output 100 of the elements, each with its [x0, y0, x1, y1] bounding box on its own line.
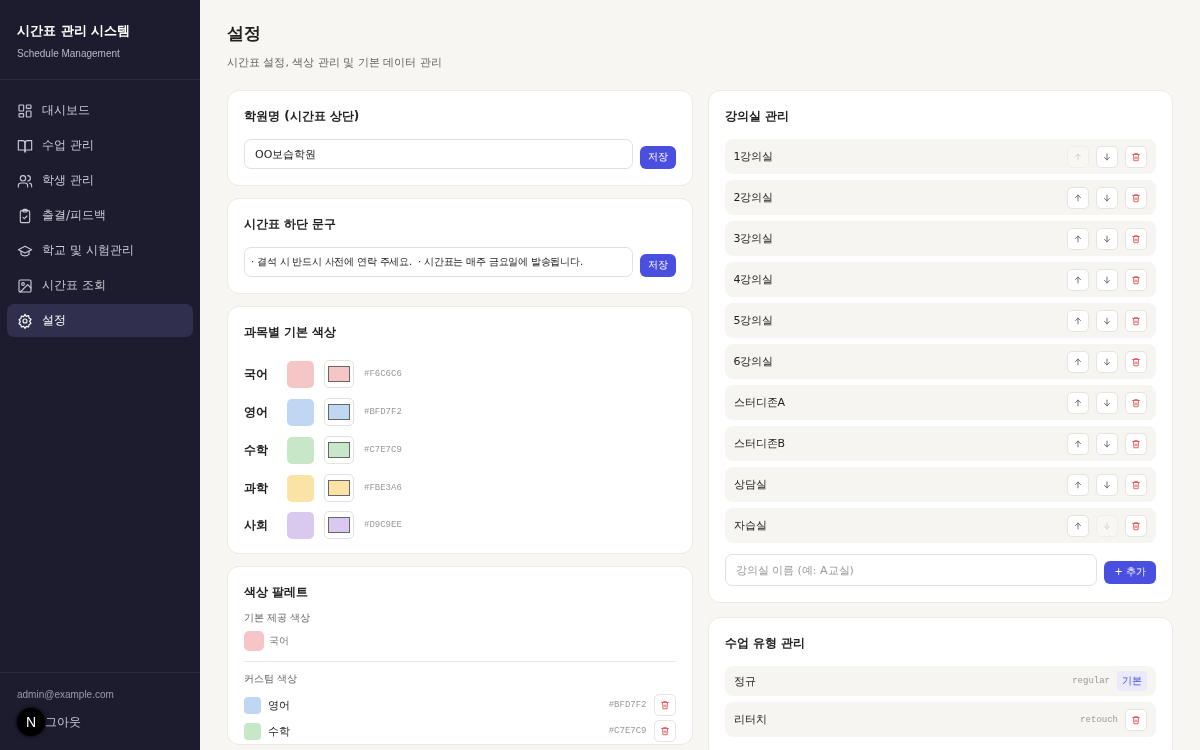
move-down-button[interactable] [1096, 145, 1118, 168]
room-name: 3강의실 [733, 231, 774, 246]
section-label: 기본 제공 색상 [244, 611, 312, 625]
room-name: 4강의실 [733, 272, 774, 287]
card-title: 시간표 하단 문구 [244, 216, 338, 233]
settings-icon [17, 312, 33, 329]
delete-button[interactable] [1125, 350, 1147, 373]
color-picker[interactable] [324, 474, 354, 502]
save-button[interactable]: 저장 [639, 253, 676, 277]
subject-name: 국어 [244, 365, 269, 383]
input-field[interactable]: · 결석 시 반드시 사전에 연락 주세요. · 시간표는 매주 금요일에 발송됩니다. [244, 247, 633, 277]
trash-icon [1131, 315, 1141, 326]
nav-item[interactable]: 출결/피드백 [7, 199, 193, 232]
delete-button[interactable] [1125, 309, 1147, 332]
arrow-up-icon [1073, 274, 1083, 285]
move-down-button[interactable] [1096, 186, 1118, 209]
move-down-button[interactable] [1096, 309, 1118, 332]
book-icon [17, 137, 33, 154]
arrow-down-icon [1102, 438, 1112, 449]
save-button[interactable]: 저장 [639, 145, 676, 169]
move-up-button[interactable] [1067, 227, 1089, 250]
arrow-up-icon [1073, 520, 1083, 531]
delete-button[interactable] [653, 720, 676, 742]
color-picker[interactable] [324, 398, 354, 426]
nav-item[interactable]: 시간표 조회 [7, 269, 193, 302]
clipboard-icon [17, 207, 33, 224]
delete-button[interactable] [1125, 514, 1147, 537]
delete-button[interactable] [1125, 186, 1147, 209]
default-tag: 기본 [1117, 671, 1147, 691]
class-type-name: 리터치 [733, 712, 767, 727]
arrow-up-icon [1073, 192, 1083, 203]
delete-button[interactable] [653, 694, 676, 716]
move-down-button[interactable] [1096, 391, 1118, 414]
color-name: 영어 [268, 697, 290, 713]
section-label: 커스텀 색상 [244, 672, 299, 686]
arrow-up-icon [1073, 479, 1083, 490]
delete-button[interactable] [1125, 708, 1147, 731]
hex-code: #D9C9EE [364, 520, 402, 530]
room-name: 자습실 [733, 518, 767, 533]
subject-name: 수학 [244, 441, 269, 459]
nav-item[interactable]: 학교 및 시험관리 [7, 234, 193, 267]
nav-item[interactable]: 수업 관리 [7, 129, 193, 162]
card-title: 수업 유형 관리 [724, 635, 806, 652]
color-name: 국어 [269, 634, 289, 648]
arrow-up-icon [1073, 438, 1083, 449]
move-down-button[interactable] [1096, 227, 1118, 250]
subject-name: 영어 [244, 403, 269, 421]
delete-button[interactable] [1125, 391, 1147, 414]
delete-button[interactable] [1125, 432, 1147, 455]
color-name: 수학 [268, 723, 290, 739]
input-field[interactable]: OO보습학원 [244, 139, 633, 169]
dev-badge[interactable]: N [17, 708, 45, 736]
delete-button[interactable] [1125, 227, 1147, 250]
nav-item[interactable]: 설정 [7, 304, 193, 337]
trash-icon [1131, 274, 1141, 285]
trash-icon [1131, 714, 1141, 725]
hex-code: #C7E7C9 [364, 445, 402, 455]
input-field[interactable]: 강의실 이름 (예: A교실) [724, 554, 1098, 586]
move-up-button[interactable] [1067, 514, 1089, 537]
color-picker[interactable] [324, 436, 354, 464]
nav-item[interactable]: 학생 관리 [7, 164, 193, 197]
app-subtitle: Schedule Management [17, 48, 121, 59]
room-name: 스터디존A [733, 395, 786, 410]
arrow-down-icon [1102, 151, 1112, 162]
page-title: 설정 [227, 22, 262, 45]
add-button[interactable]: + 추가 [1104, 560, 1156, 584]
move-down-button[interactable] [1096, 432, 1118, 455]
arrow-down-icon [1102, 479, 1112, 490]
hex-code: #BFD7F2 [364, 407, 402, 417]
color-picker[interactable] [324, 360, 354, 388]
trash-icon [1131, 397, 1141, 408]
move-down-button[interactable] [1096, 473, 1118, 496]
logout-link[interactable]: 그아웃 [45, 713, 81, 731]
move-up-button[interactable] [1067, 268, 1089, 291]
arrow-down-icon [1102, 315, 1112, 326]
delete-button[interactable] [1125, 145, 1147, 168]
type-code: regular [1072, 676, 1110, 686]
trash-icon [659, 726, 670, 736]
move-down-button[interactable] [1096, 268, 1118, 291]
move-up-button[interactable] [1067, 350, 1089, 373]
user-email: admin@example.com [17, 689, 115, 700]
grid-icon [17, 102, 33, 119]
arrow-down-icon [1102, 274, 1112, 285]
image-icon [17, 277, 33, 294]
move-up-button[interactable] [1067, 473, 1089, 496]
subject-name: 사회 [244, 516, 269, 534]
move-up-button[interactable] [1067, 309, 1089, 332]
nav-item[interactable]: 대시보드 [7, 94, 193, 127]
move-up-button[interactable] [1067, 391, 1089, 414]
delete-button[interactable] [1125, 473, 1147, 496]
delete-button[interactable] [1125, 268, 1147, 291]
class-type-name: 정규 [733, 673, 756, 689]
move-up-button[interactable] [1067, 432, 1089, 455]
trash-icon [1131, 151, 1141, 162]
trash-icon [1131, 438, 1141, 449]
color-picker[interactable] [324, 511, 354, 539]
move-up-button[interactable] [1067, 186, 1089, 209]
move-down-button[interactable] [1096, 350, 1118, 373]
room-name: 2강의실 [733, 190, 774, 205]
card-title: 과목별 기본 색상 [244, 324, 338, 341]
